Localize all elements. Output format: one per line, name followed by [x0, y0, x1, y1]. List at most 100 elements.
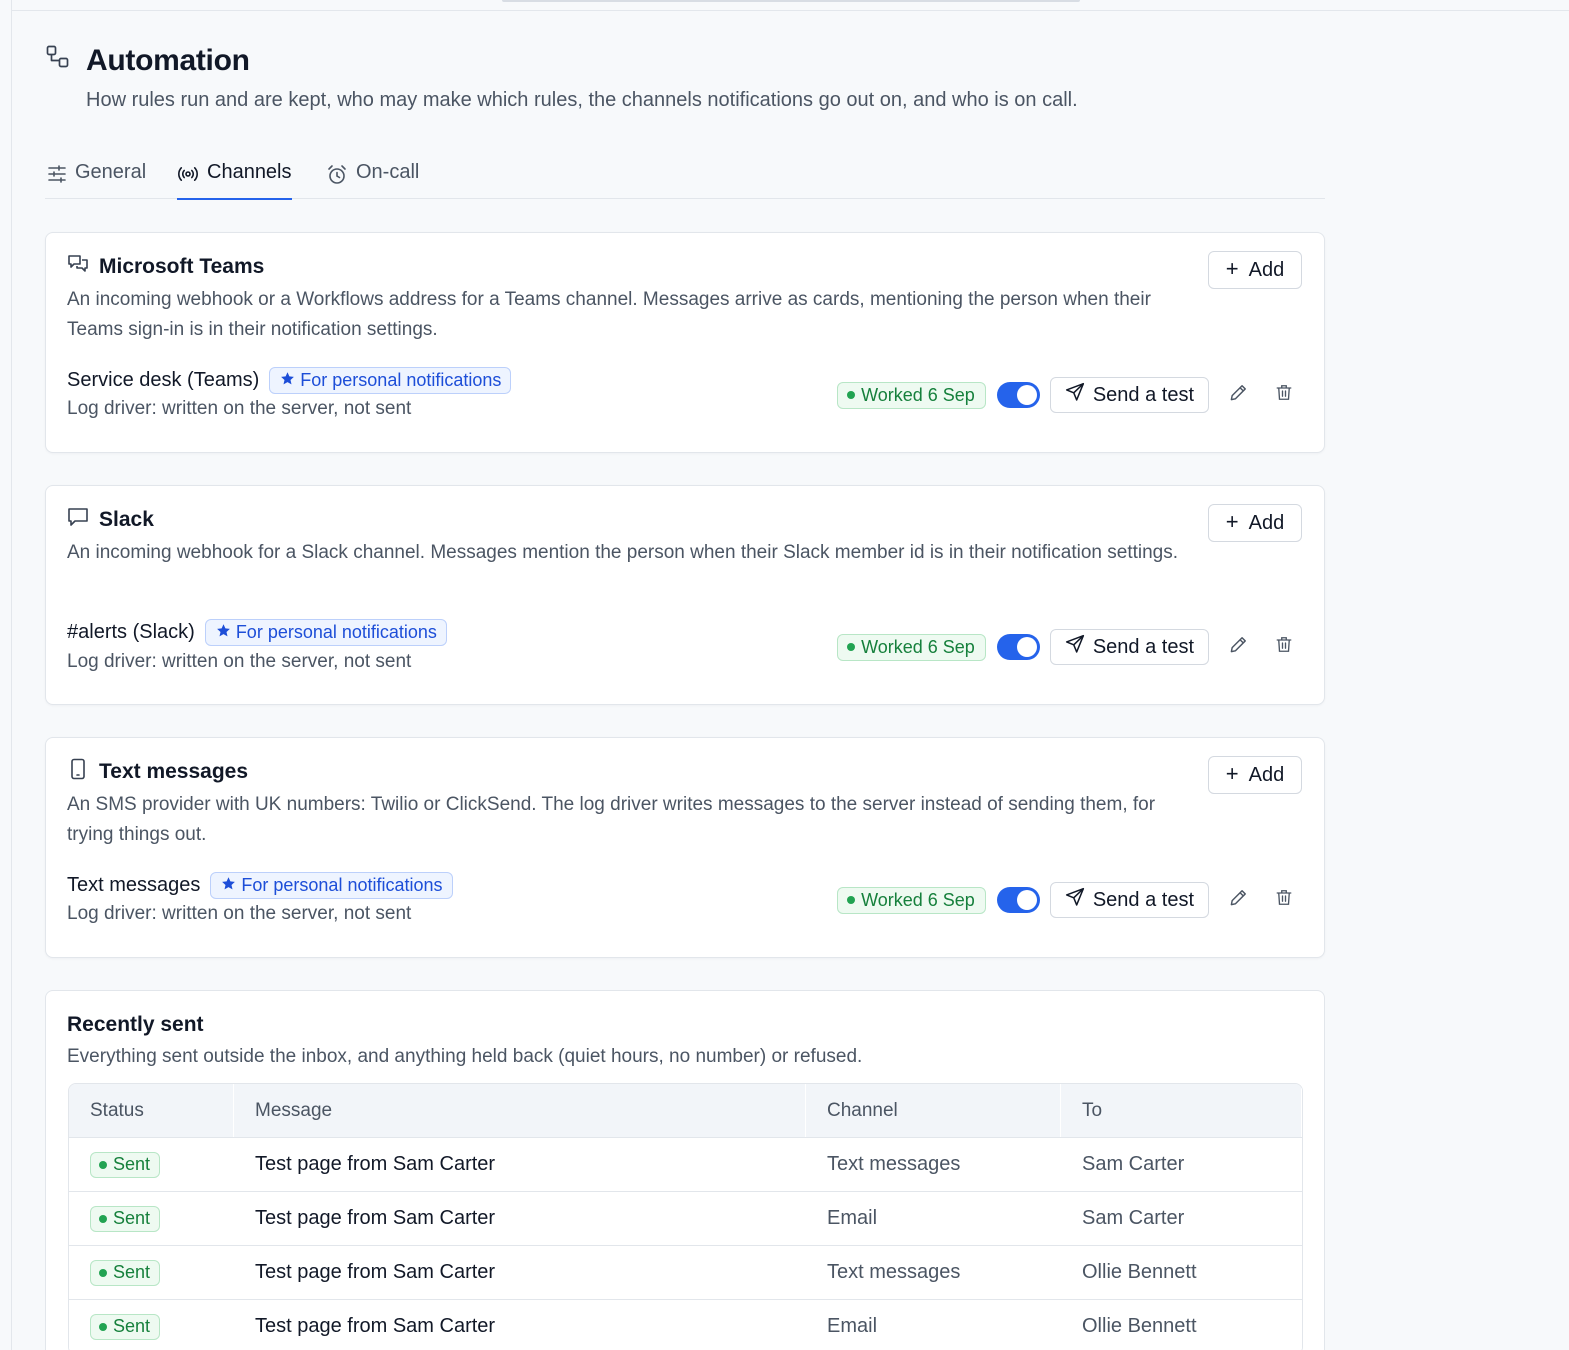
edit-button[interactable]: [1220, 882, 1256, 918]
delete-button[interactable]: [1266, 377, 1302, 413]
tab-on-call-label: On-call: [356, 161, 420, 183]
personal-notifications-badge: For personal notifications: [204, 619, 447, 646]
status-cell: Sent: [69, 1138, 234, 1191]
status-label: Worked 6 Sep: [861, 889, 975, 910]
message-cell: Test page from Sam Carter: [255, 1315, 496, 1337]
message-cell: Test page from Sam Carter: [255, 1261, 496, 1283]
sidebar-border: [11, 0, 12, 1350]
table-row[interactable]: Sent Test page from Sam Carter Email Oll…: [69, 1300, 1302, 1350]
delete-button[interactable]: [1266, 882, 1302, 918]
tab-on-call[interactable]: On-call: [326, 158, 419, 199]
sent-label: Sent: [113, 1208, 151, 1228]
sent-badge: Sent: [90, 1313, 161, 1340]
send-test-label: Send a test: [1092, 888, 1194, 911]
add-label: Add: [1248, 258, 1285, 281]
channel-cell: Email: [827, 1207, 878, 1229]
delete-button[interactable]: [1266, 629, 1302, 665]
page-title: Automation: [86, 44, 250, 77]
channel-item-detail: Log driver: written on the server, not s…: [67, 651, 412, 672]
star-icon: [221, 875, 236, 896]
page-subtitle: How rules run and are kept, who may make…: [86, 89, 1078, 111]
pencil-icon: [1229, 635, 1248, 659]
status-cell: Sent: [69, 1300, 234, 1350]
channel-cell: Text messages: [827, 1153, 961, 1175]
chat-bubble-icon: [67, 506, 89, 533]
status-dot: [99, 1322, 107, 1331]
message-cell: Test page from Sam Carter: [255, 1207, 496, 1229]
status-cell: Sent: [69, 1192, 234, 1245]
tab-channels[interactable]: Channels: [177, 158, 292, 200]
tab-general-label: General: [75, 161, 147, 183]
channel-cell: Text messages: [827, 1261, 961, 1283]
send-test-button[interactable]: Send a test: [1049, 377, 1209, 413]
trash-icon: [1275, 383, 1293, 407]
add-channel-button[interactable]: + Add: [1208, 756, 1302, 794]
send-icon: [1065, 887, 1085, 913]
column-header-status[interactable]: Status: [69, 1084, 234, 1137]
badge-label: For personal notifications: [235, 622, 437, 642]
column-header-to[interactable]: To: [1061, 1084, 1302, 1137]
sent-label: Sent: [113, 1154, 151, 1174]
trash-icon: [1275, 635, 1293, 659]
channel-item-actions: Worked 6 Sep Send a test: [837, 377, 1302, 413]
send-test-button[interactable]: Send a test: [1049, 629, 1209, 665]
tab-general[interactable]: General: [47, 158, 146, 199]
channel-item-name: Service desk (Teams): [67, 369, 260, 391]
pencil-icon: [1229, 888, 1248, 912]
channel-card-teams: Microsoft Teams An incoming webhook or a…: [45, 232, 1325, 453]
enabled-toggle[interactable]: [996, 382, 1040, 408]
card-title: Text messages: [99, 759, 249, 783]
sent-badge: Sent: [90, 1205, 161, 1232]
pencil-icon: [1229, 383, 1248, 407]
phone-icon: [67, 758, 89, 785]
add-channel-button[interactable]: + Add: [1208, 251, 1302, 289]
card-description: An SMS provider with UK numbers: Twilio …: [67, 794, 1156, 845]
card-description: An incoming webhook for a Slack channel.…: [67, 542, 1179, 563]
message-cell: Test page from Sam Carter: [255, 1153, 496, 1175]
channel-item-actions: Worked 6 Sep Send a test: [837, 629, 1302, 665]
channel-item: Text messages For personal notifications: [67, 872, 453, 899]
status-badge: Worked 6 Sep: [837, 886, 986, 914]
tab-channels-label: Channels: [207, 161, 292, 183]
topbar-search-edge: [502, 0, 1080, 2]
status-cell: Sent: [69, 1246, 234, 1299]
star-icon: [216, 622, 231, 643]
personal-notifications-badge: For personal notifications: [269, 367, 512, 394]
table-header: Status Message Channel To: [69, 1084, 1302, 1138]
sent-badge: Sent: [90, 1151, 161, 1178]
topbar-border: [12, 10, 1569, 11]
table-row[interactable]: Sent Test page from Sam Carter Email Sam…: [69, 1192, 1302, 1246]
table-row[interactable]: Sent Test page from Sam Carter Text mess…: [69, 1138, 1302, 1192]
send-test-label: Send a test: [1092, 635, 1194, 658]
sliders-icon: [47, 161, 67, 190]
enabled-toggle[interactable]: [996, 634, 1040, 660]
recipient-cell: Ollie Bennett: [1082, 1315, 1197, 1337]
recently-sent-description: Everything sent outside the inbox, and a…: [67, 1046, 863, 1067]
tab-bar: General Channels On-call: [45, 158, 1325, 200]
enabled-toggle[interactable]: [996, 887, 1040, 913]
channel-item-detail: Log driver: written on the server, not s…: [67, 903, 412, 924]
card-header: Microsoft Teams: [67, 253, 264, 280]
edit-button[interactable]: [1220, 377, 1256, 413]
recipient-cell: Sam Carter: [1082, 1207, 1185, 1229]
table-row[interactable]: Sent Test page from Sam Carter Text mess…: [69, 1246, 1302, 1300]
send-icon: [1065, 382, 1085, 408]
sent-badge: Sent: [90, 1259, 161, 1286]
add-channel-button[interactable]: + Add: [1208, 504, 1302, 542]
column-header-channel[interactable]: Channel: [806, 1084, 1061, 1137]
card-title: Slack: [99, 507, 154, 531]
channel-item: Service desk (Teams) For personal notifi…: [67, 367, 512, 394]
sent-label: Sent: [113, 1316, 151, 1336]
status-dot: [847, 643, 856, 651]
edit-button[interactable]: [1220, 629, 1256, 665]
recently-sent-table: Status Message Channel To Sent Test page…: [68, 1083, 1303, 1350]
channel-item-detail: Log driver: written on the server, not s…: [67, 398, 412, 419]
alarm-clock-icon: [326, 161, 348, 192]
send-test-label: Send a test: [1092, 383, 1194, 406]
status-label: Worked 6 Sep: [861, 384, 975, 405]
card-header: Slack: [67, 506, 154, 533]
send-test-button[interactable]: Send a test: [1049, 882, 1209, 918]
column-header-message[interactable]: Message: [234, 1084, 806, 1137]
status-dot: [847, 391, 856, 399]
channel-item: #alerts (Slack) For personal notificatio…: [67, 619, 447, 646]
